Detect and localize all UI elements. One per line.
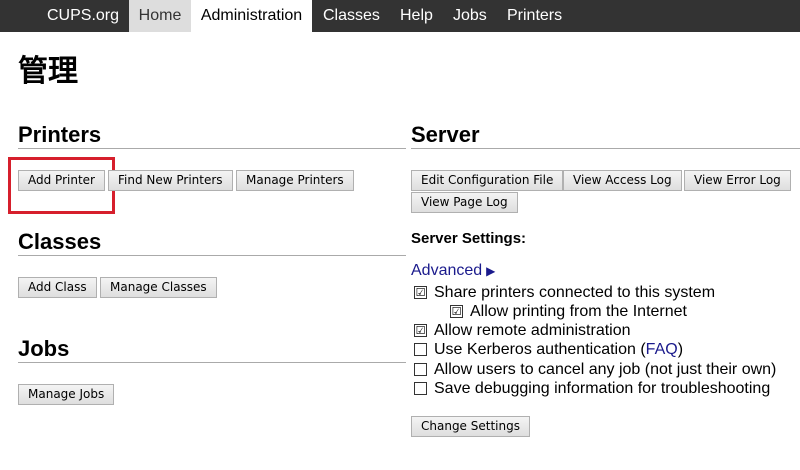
advanced-toggle[interactable]: Advanced ▶: [411, 262, 495, 280]
share-printers-checkbox[interactable]: ☑: [414, 286, 427, 299]
find-new-printers-button[interactable]: Find New Printers: [108, 170, 233, 191]
manage-jobs-button[interactable]: Manage Jobs: [18, 384, 115, 405]
setting-label: Allow printing from the Internet: [470, 303, 687, 320]
advanced-label: Advanced: [411, 262, 483, 279]
kerberos-label-close: ): [677, 341, 684, 358]
page-title: 管理: [18, 54, 78, 89]
printers-divider: [18, 148, 406, 149]
tab-classes[interactable]: Classes: [323, 0, 380, 32]
server-heading: Server: [411, 122, 480, 147]
setting-label: Use Kerberos authentication (FAQ): [434, 340, 683, 359]
tab-jobs[interactable]: Jobs: [453, 0, 487, 32]
debug-logging-checkbox[interactable]: [414, 382, 427, 395]
classes-divider: [18, 255, 406, 256]
printers-heading: Printers: [18, 122, 102, 147]
view-page-log-button[interactable]: View Page Log: [411, 192, 518, 213]
cancel-any-job-checkbox[interactable]: [414, 363, 427, 376]
faq-link[interactable]: FAQ: [646, 341, 678, 358]
view-error-log-button[interactable]: View Error Log: [684, 170, 791, 191]
add-printer-button[interactable]: Add Printer: [18, 170, 105, 191]
tab-cups-org[interactable]: CUPS.org: [47, 0, 119, 32]
setting-label: Allow remote administration: [434, 322, 631, 339]
tab-help[interactable]: Help: [400, 0, 433, 32]
view-access-log-button[interactable]: View Access Log: [563, 170, 682, 191]
setting-label: Save debugging information for troublesh…: [434, 380, 771, 397]
top-nav-bar: CUPS.org Home Administration Classes Hel…: [0, 0, 800, 32]
tab-administration[interactable]: Administration: [191, 0, 312, 32]
tab-printers[interactable]: Printers: [507, 0, 562, 32]
server-settings-heading: Server Settings:: [411, 230, 527, 247]
allow-internet-printing-checkbox[interactable]: ☑: [450, 305, 463, 318]
edit-configuration-file-button[interactable]: Edit Configuration File: [411, 170, 564, 191]
server-divider: [411, 148, 800, 149]
tab-home[interactable]: Home: [129, 0, 191, 32]
jobs-heading: Jobs: [18, 336, 70, 361]
remote-admin-checkbox[interactable]: ☑: [414, 324, 427, 337]
add-class-button[interactable]: Add Class: [18, 277, 97, 298]
classes-heading: Classes: [18, 229, 102, 254]
setting-label: Share printers connected to this system: [434, 284, 716, 301]
change-settings-button[interactable]: Change Settings: [411, 416, 530, 437]
kerberos-label-text: Use Kerberos authentication (: [434, 341, 646, 358]
manage-classes-button[interactable]: Manage Classes: [100, 277, 217, 298]
jobs-divider: [18, 362, 406, 363]
triangle-right-icon: ▶: [486, 264, 496, 278]
kerberos-checkbox[interactable]: [414, 343, 427, 356]
setting-label: Allow users to cancel any job (not just …: [434, 361, 777, 378]
manage-printers-button[interactable]: Manage Printers: [236, 170, 354, 191]
